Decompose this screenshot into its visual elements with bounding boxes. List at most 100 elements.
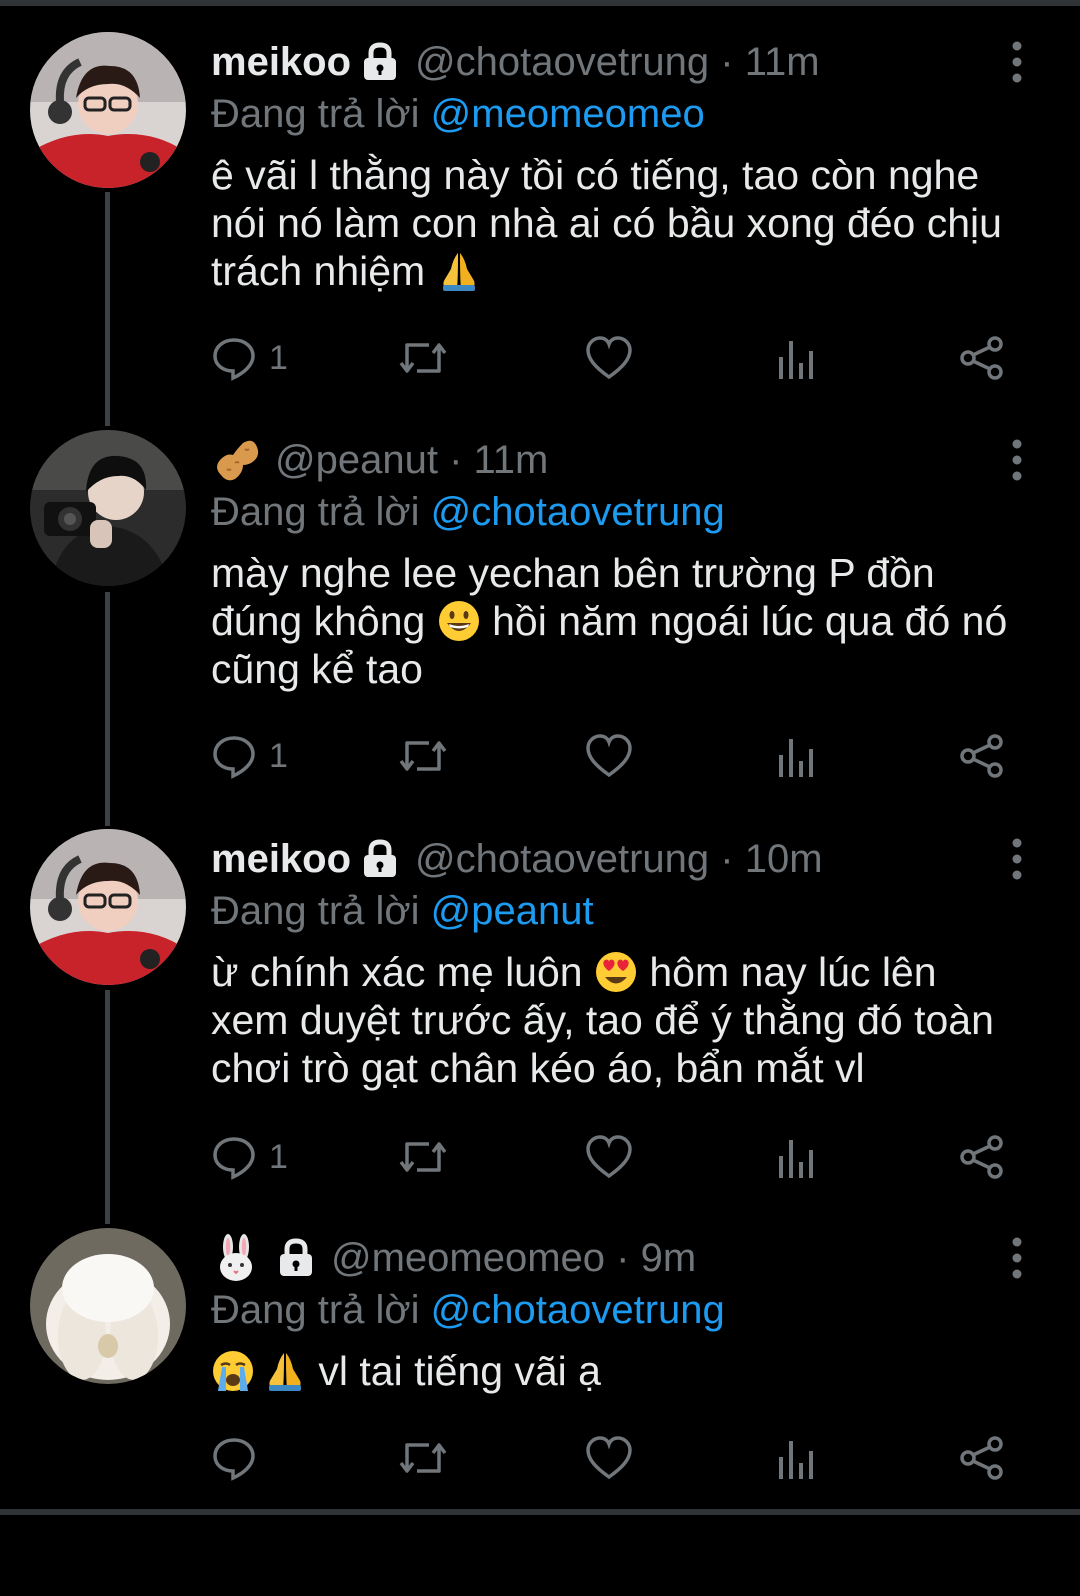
views-button[interactable]	[777, 332, 817, 384]
replying-to-label: Đang trả lời	[211, 92, 420, 136]
tweet-text-line: chơi trò gạt chân kéo áo, bẩn mắt vl	[211, 1045, 865, 1091]
tweet-text-line: cũng kể tao	[211, 646, 423, 692]
mention-link[interactable]: @meomeomeo	[431, 92, 705, 136]
analytics-icon	[779, 739, 813, 777]
tweet-header: meikoo @chotaovetrung · 10m	[211, 829, 823, 889]
display-name[interactable]: meikoo	[211, 829, 351, 889]
tweet-text-line: ê vãi l thằng này tồi có tiếng, tao còn …	[211, 152, 980, 198]
replying-to: Đang trả lời @chotaovetrung	[211, 1282, 725, 1338]
share-button[interactable]	[959, 332, 1005, 384]
retweet-button[interactable]	[397, 1432, 449, 1484]
tweet-text-line: hồi năm ngoái lúc qua đó nó	[480, 598, 1008, 644]
replying-to-label: Đang trả lời	[211, 1288, 420, 1332]
tweet-actions: 1	[211, 332, 1011, 384]
tweet-text-line: hôm nay lúc lên	[637, 949, 937, 995]
tweet-actions	[211, 1432, 1011, 1484]
share-icon	[960, 1436, 1003, 1480]
handle[interactable]: @meomeomeo	[331, 1228, 605, 1288]
more-options-icon[interactable]	[1002, 40, 1032, 84]
avatar[interactable]	[30, 829, 186, 985]
mention-link[interactable]: @peanut	[431, 889, 594, 933]
handle[interactable]: @chotaovetrung	[415, 829, 709, 889]
reply-icon	[213, 736, 255, 779]
avatar[interactable]	[30, 430, 186, 586]
tweet-text: ê vãi l thằng này tồi có tiếng, tao còn …	[211, 151, 1041, 295]
mention-link[interactable]: @chotaovetrung	[431, 1288, 725, 1332]
tweet[interactable]: meikoo @chotaovetrung · 11m Đang trả lời…	[0, 0, 1080, 400]
like-button[interactable]	[585, 332, 633, 384]
like-button[interactable]	[585, 730, 633, 782]
retweet-icon	[399, 343, 447, 373]
tweet[interactable]: @meomeomeo · 9m Đang trả lời @chotaovetr…	[0, 1196, 1080, 1596]
rabbit-emoji	[211, 1233, 261, 1283]
separator-dot: ·	[709, 837, 745, 881]
share-button[interactable]	[959, 1432, 1005, 1484]
reply-button[interactable]: 1	[211, 1131, 288, 1183]
tweet-actions: 1	[211, 1131, 1011, 1183]
tweet-text: mày nghe lee yechan bên trường P đồn đún…	[211, 549, 1041, 693]
views-button[interactable]	[777, 1432, 817, 1484]
more-options-icon[interactable]	[1002, 438, 1032, 482]
lock-icon	[359, 41, 401, 83]
replying-to: Đang trả lời @meomeomeo	[211, 86, 705, 142]
separator-dot: ·	[437, 438, 474, 482]
tweet-text: vl tai tiếng vãi ạ	[211, 1347, 1041, 1395]
tweet[interactable]: meikoo @chotaovetrung · 10m Đang trả lời…	[0, 797, 1080, 1197]
timestamp[interactable]: 11m	[474, 430, 549, 490]
share-button[interactable]	[959, 1131, 1005, 1183]
crying-face-emoji	[211, 1349, 255, 1393]
mention-link[interactable]: @chotaovetrung	[431, 490, 725, 534]
tweet-header: @meomeomeo · 9m	[211, 1228, 696, 1288]
timestamp[interactable]: 11m	[745, 32, 820, 92]
tweet-text-line: trách nhiệm	[211, 248, 437, 294]
share-icon	[960, 734, 1003, 778]
share-button[interactable]	[959, 730, 1005, 782]
timestamp[interactable]: 9m	[641, 1228, 697, 1288]
tweet-header: meikoo @chotaovetrung · 11m	[211, 32, 820, 92]
heart-eyes-emoji	[594, 950, 638, 994]
views-button[interactable]	[777, 730, 817, 782]
tweet-text-line: ừ chính xác mẹ luôn	[211, 949, 594, 995]
analytics-icon	[779, 1140, 813, 1178]
handle[interactable]: @chotaovetrung	[415, 32, 709, 92]
like-button[interactable]	[585, 1432, 633, 1484]
avatar[interactable]	[30, 32, 186, 188]
retweet-icon	[399, 1443, 447, 1473]
like-button[interactable]	[585, 1131, 633, 1183]
heart-icon	[586, 1436, 632, 1480]
reply-button[interactable]: 1	[211, 332, 288, 384]
display-name[interactable]: meikoo	[211, 32, 351, 92]
avatar[interactable]	[30, 1228, 186, 1384]
retweet-button[interactable]	[397, 1131, 449, 1183]
tweet-actions: 1	[211, 730, 1011, 782]
tweet-text-line: vl tai tiếng vãi ạ	[307, 1348, 601, 1394]
replying-to: Đang trả lời @peanut	[211, 883, 594, 939]
reply-button[interactable]: 1	[211, 730, 288, 782]
reply-icon	[213, 338, 255, 381]
analytics-icon	[779, 1441, 813, 1479]
share-icon	[960, 1135, 1003, 1179]
views-button[interactable]	[777, 1131, 817, 1183]
separator-dot: ·	[605, 1236, 641, 1280]
more-options-icon[interactable]	[1002, 837, 1032, 881]
handle[interactable]: @peanut	[275, 430, 438, 490]
timestamp[interactable]: 10m	[745, 829, 823, 889]
replying-to-label: Đang trả lời	[211, 490, 420, 534]
heart-icon	[586, 1135, 632, 1179]
reply-button[interactable]	[211, 1432, 269, 1484]
peanut-emoji	[211, 435, 261, 485]
retweet-button[interactable]	[397, 730, 449, 782]
tweet-header: @peanut · 11m	[211, 430, 548, 490]
replying-to: Đang trả lời @chotaovetrung	[211, 484, 725, 540]
reply-icon	[213, 1137, 255, 1180]
tweet[interactable]: @peanut · 11m Đang trả lời @chotaovetrun…	[0, 398, 1080, 798]
retweet-icon	[399, 1142, 447, 1172]
more-options-icon[interactable]	[1002, 1236, 1032, 1280]
tweet-text-line: đúng không	[211, 598, 437, 644]
reply-icon	[213, 1438, 255, 1481]
heart-icon	[586, 734, 632, 778]
grinning-face-emoji	[437, 599, 481, 643]
tweet-text-line: nói nó làm con nhà ai có bầu xong đéo ch…	[211, 200, 1002, 246]
tweet-text-line: mày nghe lee yechan bên trường P đồn	[211, 550, 935, 596]
retweet-button[interactable]	[397, 332, 449, 384]
